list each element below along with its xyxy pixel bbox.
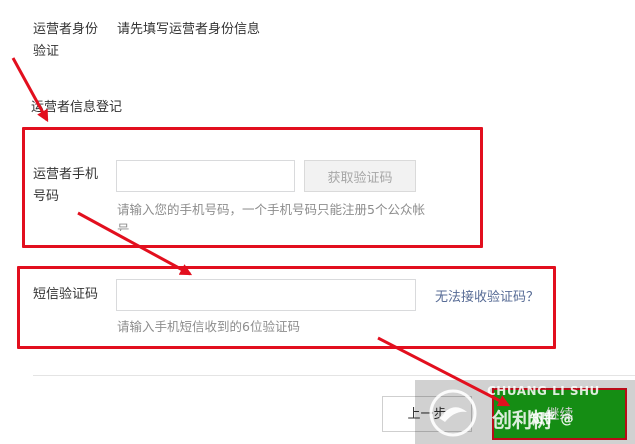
arrow-to-sms-box [77, 211, 193, 276]
arrow-to-next-button [377, 336, 511, 407]
arrow-to-section-title [11, 57, 49, 123]
annotation-arrows [11, 57, 511, 407]
